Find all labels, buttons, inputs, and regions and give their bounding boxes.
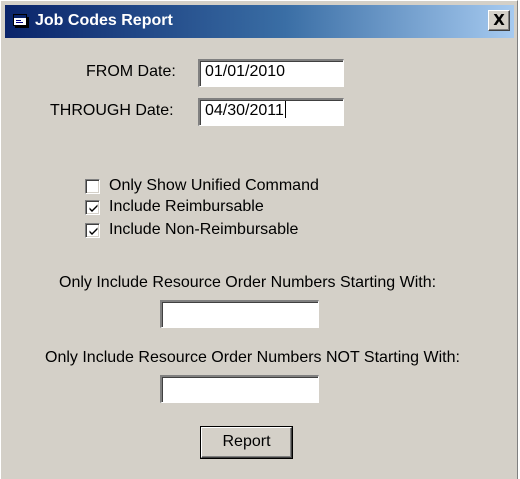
include-non-reimbursable-checkbox[interactable] (85, 223, 100, 238)
from-date-label: FROM Date: (86, 63, 176, 80)
close-icon: X (493, 11, 505, 29)
close-button[interactable]: X (488, 10, 510, 31)
starting-with-input[interactable] (160, 300, 319, 328)
not-starting-with-input[interactable] (160, 375, 319, 403)
not-starting-with-label: Only Include Resource Order Numbers NOT … (45, 349, 460, 366)
report-button-label: Report (222, 433, 271, 450)
through-date-label: THROUGH Date: (50, 102, 174, 119)
include-reimbursable-label[interactable]: Include Reimbursable (109, 197, 264, 217)
include-non-reimbursable-label[interactable]: Include Non-Reimbursable (109, 220, 298, 240)
text-caret (284, 101, 286, 118)
from-date-input[interactable]: 01/01/2010 (198, 59, 344, 87)
checkmark-icon (89, 204, 98, 212)
from-date-value: 01/01/2010 (205, 63, 286, 80)
starting-with-label: Only Include Resource Order Numbers Star… (59, 274, 437, 291)
include-reimbursable-checkbox[interactable] (85, 200, 100, 215)
title-bar[interactable]: Job Codes Report X (5, 5, 514, 38)
job-codes-report-window: Job Codes Report X FROM Date: 01/01/2010… (0, 0, 518, 479)
report-button[interactable]: Report (201, 427, 292, 458)
through-date-input[interactable]: 04/30/2011 (198, 98, 344, 126)
app-window-icon (13, 14, 29, 28)
through-date-value: 04/30/2011 (205, 102, 284, 119)
unified-command-label[interactable]: Only Show Unified Command (109, 176, 319, 196)
checkmark-icon (89, 227, 98, 235)
window-title: Job Codes Report (35, 12, 173, 29)
unified-command-checkbox[interactable] (85, 179, 100, 194)
